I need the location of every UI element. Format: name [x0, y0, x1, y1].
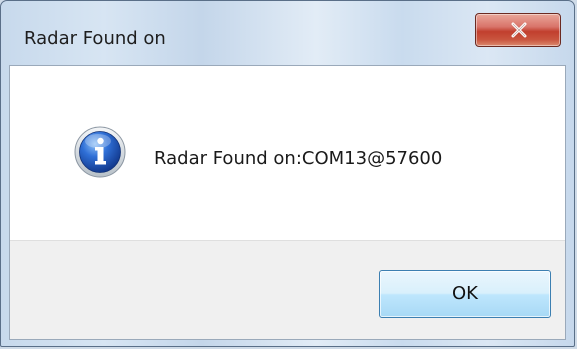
title-bar[interactable]: Radar Found on — [1, 1, 574, 65]
message-area: Radar Found on:COM13@57600 — [10, 66, 565, 240]
close-icon — [511, 22, 527, 38]
ok-button[interactable]: OK — [379, 270, 551, 318]
message-text: Radar Found on:COM13@57600 — [154, 148, 443, 169]
window-title: Radar Found on — [24, 28, 166, 49]
close-button[interactable] — [475, 13, 561, 47]
message-box-dialog: Radar Found on Radar Found on:COM13@5760… — [0, 0, 575, 347]
dialog-client-area: Radar Found on:COM13@57600 OK — [9, 65, 566, 340]
information-icon — [74, 126, 126, 178]
button-bar: OK — [10, 240, 565, 339]
